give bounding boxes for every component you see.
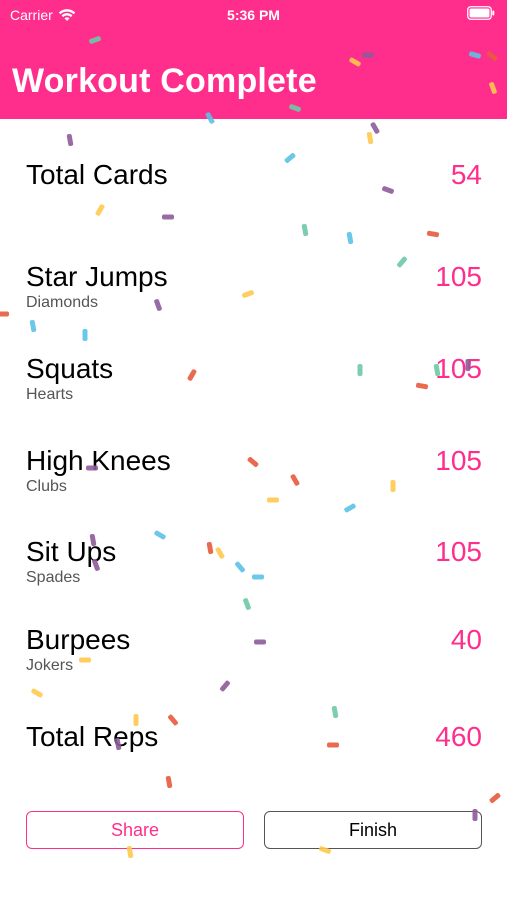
exercise-suit: Spades bbox=[26, 569, 81, 586]
exercise-name: High Knees bbox=[26, 445, 171, 476]
confetti-piece bbox=[220, 680, 230, 692]
confetti-piece bbox=[0, 311, 9, 317]
confetti-piece bbox=[426, 230, 440, 238]
confetti-piece bbox=[366, 131, 374, 145]
exercise-row: Sit Ups Spades 105 bbox=[26, 536, 482, 591]
exercise-name: Star Jumps bbox=[26, 261, 168, 292]
share-button[interactable]: Share bbox=[26, 811, 244, 849]
exercise-suit: Hearts bbox=[26, 386, 74, 403]
confetti-piece bbox=[31, 688, 43, 698]
nav-header: Carrier 5:36 PM Workout Complete bbox=[0, 0, 507, 119]
confetti-piece bbox=[162, 214, 174, 220]
exercise-name: Squats bbox=[26, 353, 114, 384]
confetti-piece bbox=[489, 793, 501, 803]
confetti-piece bbox=[370, 122, 380, 134]
exercise-reps: 105 bbox=[435, 445, 482, 476]
status-bar: Carrier 5:36 PM bbox=[0, 0, 507, 28]
finish-button[interactable]: Finish bbox=[264, 811, 482, 849]
total-cards-label: Total Cards bbox=[26, 159, 168, 190]
confetti-piece bbox=[243, 598, 251, 610]
total-cards-value: 54 bbox=[450, 159, 482, 190]
battery-icon bbox=[467, 6, 495, 20]
confetti-piece bbox=[29, 319, 37, 333]
confetti-piece bbox=[346, 231, 354, 245]
confetti-piece bbox=[82, 329, 88, 341]
confetti-piece bbox=[95, 204, 105, 216]
exercise-row: Star Jumps Diamonds 105 bbox=[26, 261, 482, 316]
confetti-piece bbox=[165, 775, 173, 789]
total-cards-row: Total Cards 54 bbox=[26, 159, 482, 199]
confetti-piece bbox=[66, 133, 74, 147]
page-title: Workout Complete bbox=[12, 62, 317, 100]
exercise-suit: Diamonds bbox=[26, 294, 99, 311]
exercise-row: Squats Hearts 105 bbox=[26, 353, 482, 408]
exercise-reps: 105 bbox=[435, 536, 482, 567]
exercise-row: Burpees Jokers 40 bbox=[26, 624, 482, 679]
exercise-name: Burpees bbox=[26, 624, 131, 655]
exercise-suit: Clubs bbox=[26, 478, 67, 495]
status-time: 5:36 PM bbox=[227, 7, 280, 23]
total-reps-row: Total Reps 460 bbox=[26, 721, 482, 761]
exercise-reps: 105 bbox=[435, 353, 482, 384]
confetti-piece bbox=[331, 705, 339, 719]
exercise-suit: Jokers bbox=[26, 657, 74, 674]
total-reps-label: Total Reps bbox=[26, 721, 159, 752]
total-reps-value: 460 bbox=[435, 721, 482, 752]
confetti-piece bbox=[301, 223, 309, 237]
exercise-reps: 105 bbox=[435, 261, 482, 292]
exercise-name: Sit Ups bbox=[26, 536, 117, 567]
exercise-reps: 40 bbox=[450, 624, 482, 655]
exercise-row: High Knees Clubs 105 bbox=[26, 445, 482, 500]
confetti-piece bbox=[344, 503, 356, 513]
